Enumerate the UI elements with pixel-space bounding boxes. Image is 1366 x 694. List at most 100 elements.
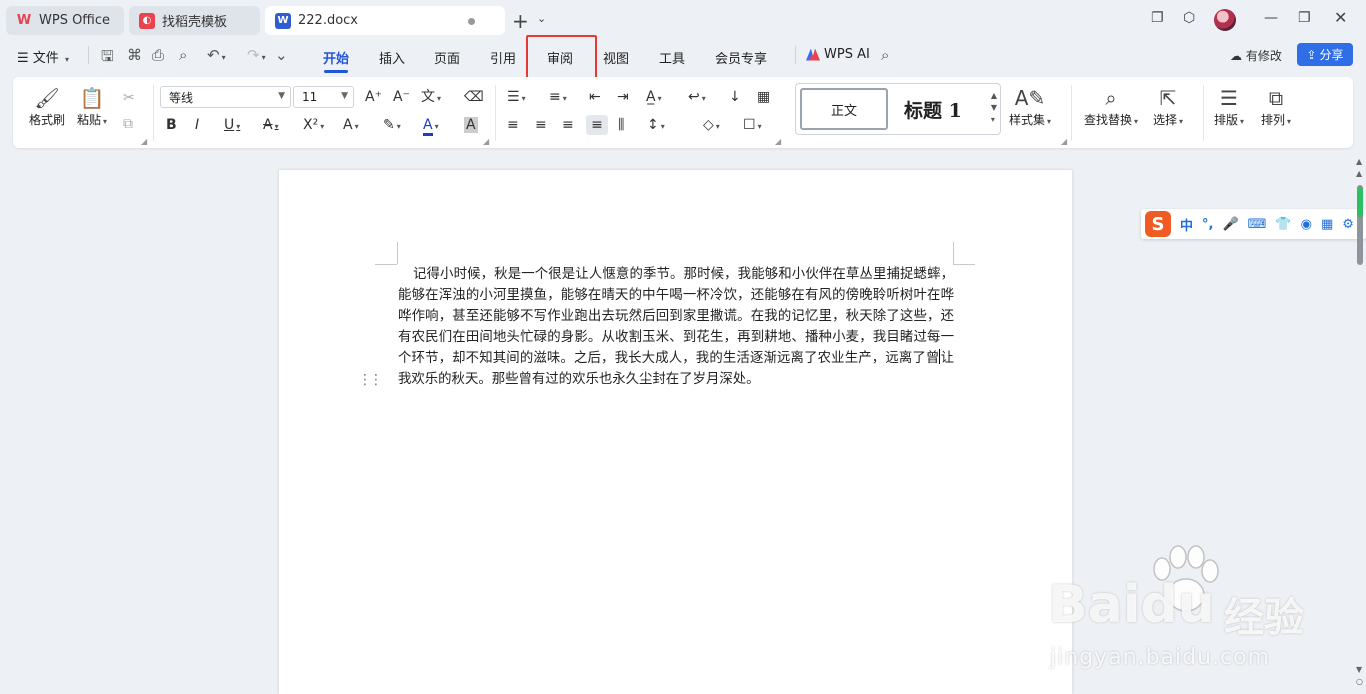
chevron-down-icon[interactable]: ⌄ bbox=[275, 46, 288, 64]
paragraph-text: 记得小时候，秋是一个很是让人惬意的季节。那时候，我能够和小伙伴在草丛里捕捉蟋蟀，… bbox=[398, 267, 954, 366]
divider bbox=[153, 85, 154, 141]
print-icon[interactable]: ⎙ bbox=[152, 46, 164, 64]
save-icon[interactable]: 🖫 bbox=[101, 46, 114, 71]
distribute-icon[interactable]: ⫼ bbox=[618, 117, 624, 133]
print-preview-icon[interactable]: ⌕ bbox=[179, 46, 187, 64]
tab-view[interactable]: 视图 bbox=[603, 48, 629, 67]
expand-corner-icon[interactable]: ◢ bbox=[483, 137, 489, 146]
text-effect-icon[interactable]: A ▾ bbox=[343, 117, 359, 135]
tab-tools[interactable]: 工具 bbox=[659, 48, 685, 67]
arrange-button[interactable]: ⧉ 排列 ▾ bbox=[1261, 85, 1291, 128]
ime-mode-chinese[interactable]: 中 bbox=[1180, 215, 1193, 234]
line-break-icon[interactable]: ↩ ▾ bbox=[688, 89, 706, 107]
share-label: 分享 bbox=[1319, 48, 1344, 62]
font-size-select[interactable]: 11 ▼ bbox=[293, 86, 354, 108]
underline-icon[interactable]: U ▾ bbox=[224, 117, 240, 135]
expand-corner-icon[interactable]: ◢ bbox=[141, 137, 147, 146]
numbered-list-icon[interactable]: ≡ ▾ bbox=[549, 89, 567, 107]
scroll-up-icon[interactable]: ▲ bbox=[1356, 157, 1362, 166]
modified-status[interactable]: ☁ 有修改 bbox=[1230, 47, 1282, 64]
maximize-icon[interactable]: ❐ bbox=[1298, 10, 1311, 26]
font-name-select[interactable]: 等线 ▼ bbox=[160, 86, 291, 108]
undo-icon[interactable]: ↶ ▾ bbox=[207, 46, 226, 64]
style-set-button[interactable]: A✎ 样式集 ▾ bbox=[1009, 85, 1051, 128]
apps-grid-icon[interactable]: ▦ bbox=[1321, 217, 1333, 232]
shading-icon[interactable]: ◇ ▾ bbox=[703, 117, 720, 135]
link-icon[interactable]: ⌘ bbox=[127, 46, 142, 64]
tab-222-docx[interactable]: W 222.docx bbox=[265, 6, 505, 35]
align-left-icon[interactable]: ≡ bbox=[507, 117, 519, 133]
vertical-scrollbar[interactable]: ▲ ▲ ▼ ○ bbox=[1354, 155, 1366, 694]
wps-ai-button[interactable]: WPS AI bbox=[806, 47, 870, 62]
tab-wps-office[interactable]: W WPS Office bbox=[6, 6, 124, 35]
keyboard-icon[interactable]: ⌨ bbox=[1248, 217, 1267, 232]
style-heading-1[interactable]: 标题 1 bbox=[904, 96, 962, 123]
expand-corner-icon[interactable]: ◢ bbox=[1061, 137, 1067, 146]
italic-icon[interactable]: I bbox=[195, 117, 199, 133]
text-direction-icon[interactable]: A̲ ▾ bbox=[646, 89, 662, 107]
bold-icon[interactable]: B bbox=[166, 117, 177, 133]
style-scroll-icon[interactable]: ▲ ▼ ▾ bbox=[991, 90, 997, 126]
file-menu[interactable]: ☰ 文件 ▾ bbox=[17, 47, 69, 66]
window-tile-icon[interactable]: ❐ bbox=[1151, 10, 1164, 26]
scroll-up-icon[interactable]: ▲ bbox=[1356, 169, 1362, 178]
punctuation-icon[interactable]: °, bbox=[1202, 217, 1213, 232]
skin-icon[interactable]: 👕 bbox=[1275, 217, 1291, 232]
font-color-icon[interactable]: A ▾ bbox=[423, 117, 439, 136]
wps-ai-icon bbox=[806, 48, 820, 61]
font-grow-icon[interactable]: A⁺ bbox=[365, 89, 382, 105]
tab-references[interactable]: 引用 bbox=[490, 48, 516, 67]
layout-button[interactable]: ☰ 排版 ▾ bbox=[1214, 85, 1244, 128]
redo-icon[interactable]: ↷ ▾ bbox=[247, 46, 266, 64]
unsaved-dot-icon[interactable] bbox=[468, 18, 475, 25]
increase-indent-icon[interactable]: ⇥ bbox=[617, 89, 629, 105]
crop-mark bbox=[375, 264, 397, 265]
tab-docer-templates[interactable]: ◐ 找稻壳模板 bbox=[129, 6, 260, 35]
decrease-indent-icon[interactable]: ⇤ bbox=[589, 89, 601, 105]
tab-page[interactable]: 页面 bbox=[434, 48, 460, 67]
minimize-icon[interactable]: — bbox=[1264, 10, 1278, 26]
share-button[interactable]: ⇪ 分享 bbox=[1297, 43, 1353, 66]
cube-icon[interactable]: ⬡ bbox=[1183, 10, 1195, 26]
border-icon[interactable]: ☐ ▾ bbox=[743, 117, 762, 135]
superscript-icon[interactable]: X² ▾ bbox=[303, 117, 324, 135]
sort-icon[interactable]: ↓ bbox=[729, 89, 741, 105]
line-spacing-icon[interactable]: ↕ ▾ bbox=[647, 117, 665, 135]
paste-button[interactable]: 📋 粘贴 ▾ bbox=[77, 85, 107, 128]
sogou-logo-icon[interactable]: S bbox=[1145, 211, 1171, 237]
scroll-down-icon[interactable]: ○ bbox=[1356, 677, 1363, 686]
style-normal[interactable]: 正文 bbox=[800, 88, 888, 130]
table-grid-icon[interactable]: ▦ bbox=[757, 89, 770, 105]
clear-format-icon[interactable]: ⌫ bbox=[464, 89, 484, 105]
drag-handle-icon[interactable]: ⋮⋮ bbox=[358, 372, 383, 388]
settings-gear-icon[interactable]: ⚙ bbox=[1342, 217, 1354, 232]
microphone-icon[interactable]: 🎤 bbox=[1222, 217, 1238, 232]
highlight-icon[interactable]: ✎ ▾ bbox=[383, 117, 401, 135]
new-tab-icon[interactable]: + bbox=[512, 9, 529, 33]
avatar[interactable] bbox=[1214, 9, 1236, 31]
phonetic-icon[interactable]: 文 ▾ bbox=[421, 89, 441, 107]
robot-icon[interactable]: ◉ bbox=[1301, 217, 1312, 232]
justify-icon[interactable]: ≡ bbox=[586, 115, 608, 135]
tab-home[interactable]: 开始 bbox=[323, 48, 349, 67]
chevron-down-icon[interactable]: ⌄ bbox=[537, 12, 546, 25]
baidu-jingyan-watermark: Baidu 经验 jingyan.baidu.com bbox=[1048, 545, 1348, 694]
scroll-down-icon[interactable]: ▼ bbox=[1356, 665, 1362, 674]
strikethrough-icon[interactable]: A ▾ bbox=[263, 117, 279, 135]
search-icon[interactable]: ⌕ bbox=[881, 46, 889, 64]
font-shrink-icon[interactable]: A⁻ bbox=[393, 89, 410, 105]
align-right-icon[interactable]: ≡ bbox=[562, 117, 574, 133]
char-shading-icon[interactable]: A bbox=[464, 117, 478, 133]
expand-corner-icon[interactable]: ◢ bbox=[775, 137, 781, 146]
align-center-icon[interactable]: ≡ bbox=[535, 117, 547, 133]
document-paragraph[interactable]: 记得小时候，秋是一个很是让人惬意的季节。那时候，我能够和小伙伴在草丛里捕捉蟋蟀，… bbox=[398, 264, 954, 390]
find-replace-button[interactable]: ⌕ 查找替换 ▾ bbox=[1084, 85, 1138, 128]
tab-insert[interactable]: 插入 bbox=[379, 48, 405, 67]
select-button[interactable]: ⇱ 选择 ▾ bbox=[1153, 85, 1183, 128]
tab-member[interactable]: 会员专享 bbox=[715, 48, 767, 67]
bullet-list-icon[interactable]: ☰ ▾ bbox=[507, 89, 526, 107]
close-icon[interactable]: ✕ bbox=[1334, 8, 1347, 27]
cut-icon[interactable]: ✂ bbox=[123, 90, 135, 106]
copy-icon[interactable]: ⧉ bbox=[123, 116, 133, 132]
format-painter-button[interactable]: 🖌 格式刷 bbox=[29, 85, 65, 128]
